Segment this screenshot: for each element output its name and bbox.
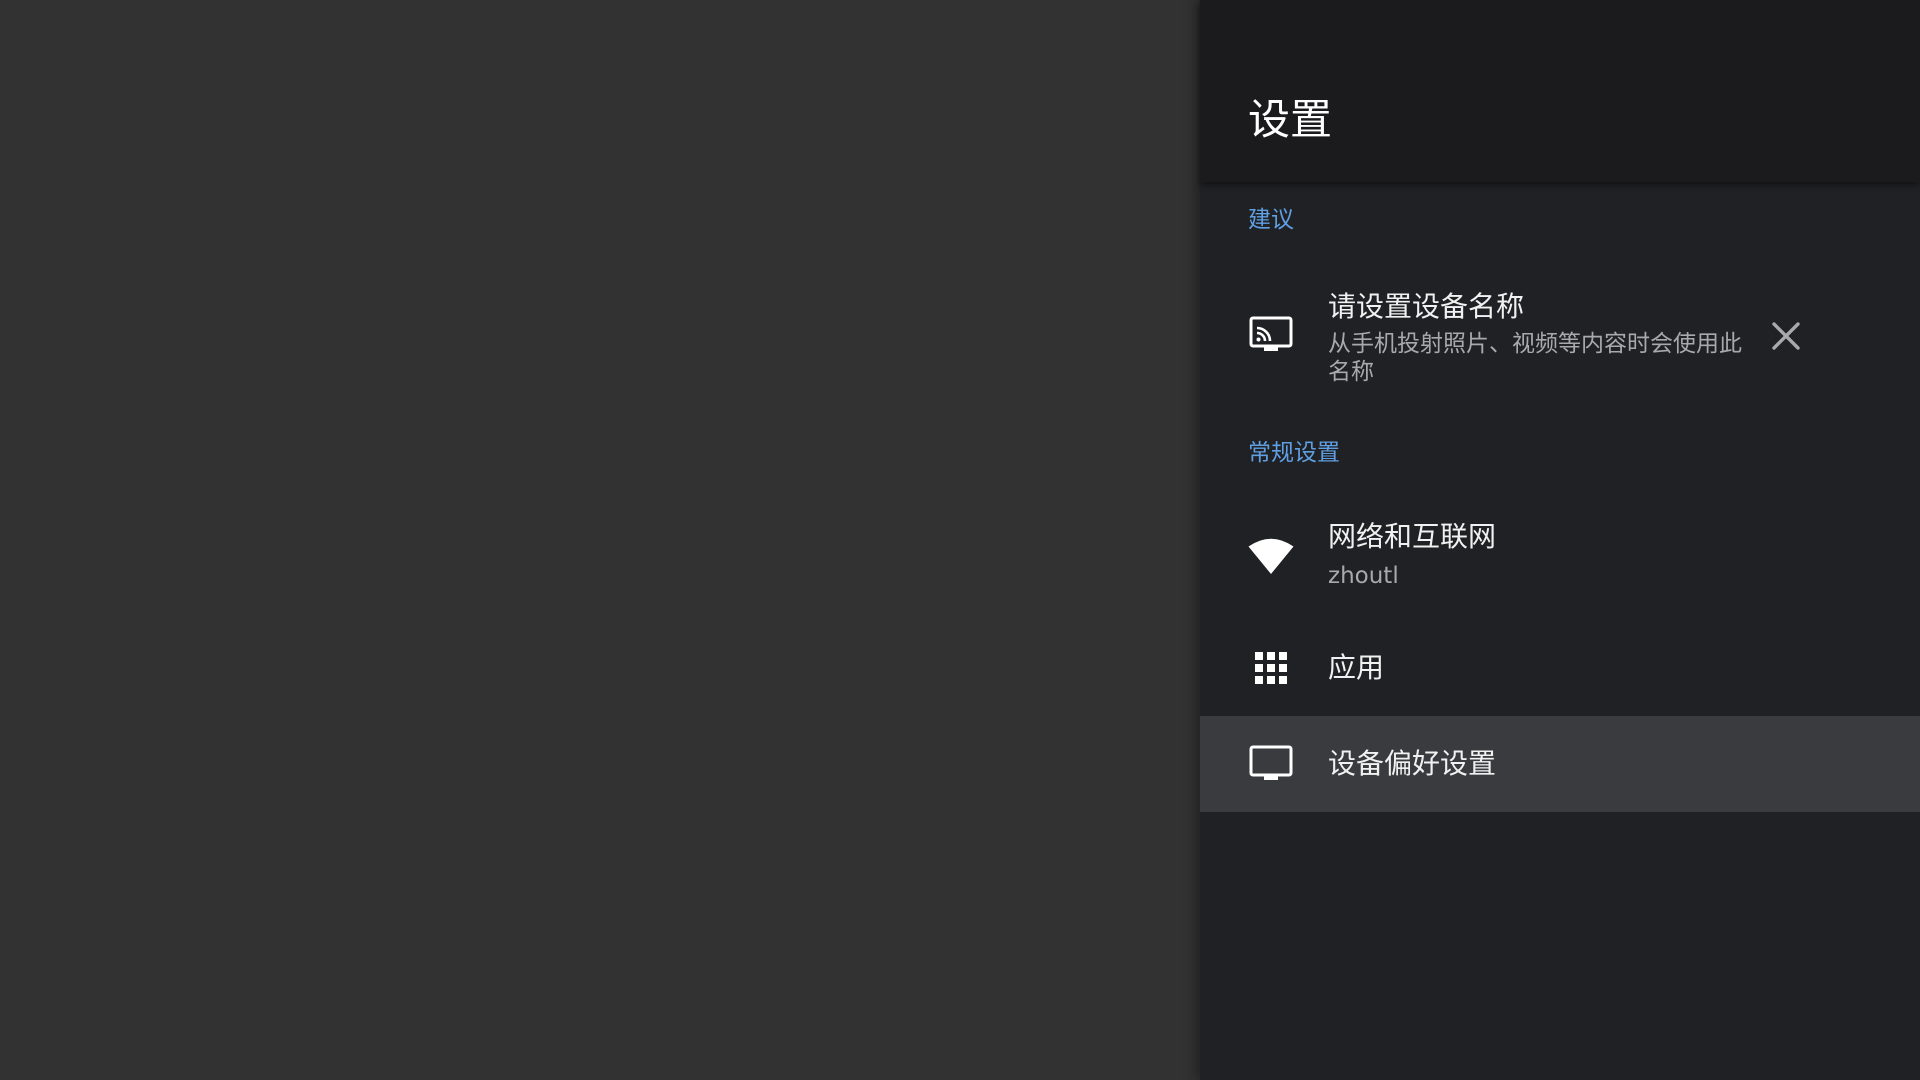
page-title: 设置 [1248, 95, 1333, 144]
section-label-general: 常规设置 [1248, 440, 1340, 466]
settings-item-apps[interactable]: 应用 [1200, 620, 1920, 716]
suggestion-title: 请设置设备名称 [1328, 290, 1525, 323]
apps-title: 应用 [1328, 651, 1385, 684]
device-preferences-title: 设备偏好设置 [1328, 747, 1497, 780]
settings-item-device-preferences[interactable]: 设备偏好设置 [1200, 716, 1920, 812]
close-icon [1772, 322, 1800, 350]
cast-icon [1248, 312, 1294, 358]
network-title: 网络和互联网 [1328, 520, 1497, 553]
network-subtitle: zhoutl [1328, 563, 1399, 589]
suggestion-device-name[interactable]: 请设置设备名称 从手机投射照片、视频等内容时会使用此名称 [1200, 280, 1920, 396]
settings-panel: 设置 建议 请设置设备名称 从手机投射照片、视频等内容时会使用此名称 常规设置 … [1200, 0, 1920, 1080]
device-preferences-text: 设备偏好设置 [1328, 745, 1496, 783]
apps-text: 应用 [1328, 649, 1384, 687]
suggestion-text: 请设置设备名称 从手机投射照片、视频等内容时会使用此名称 [1328, 288, 1748, 386]
wifi-icon [1248, 534, 1294, 580]
dismiss-suggestion-button[interactable] [1764, 314, 1808, 358]
section-label-suggestions: 建议 [1248, 207, 1294, 233]
tv-icon [1248, 741, 1294, 787]
screen: 设置 建议 请设置设备名称 从手机投射照片、视频等内容时会使用此名称 常规设置 … [0, 0, 1920, 1080]
apps-grid-icon [1248, 645, 1294, 691]
network-text: 网络和互联网 zhoutl [1328, 518, 1496, 590]
suggestion-subtitle: 从手机投射照片、视频等内容时会使用此名称 [1328, 331, 1742, 385]
panel-header: 设置 [1200, 0, 1920, 182]
settings-item-network[interactable]: 网络和互联网 zhoutl [1200, 508, 1920, 608]
